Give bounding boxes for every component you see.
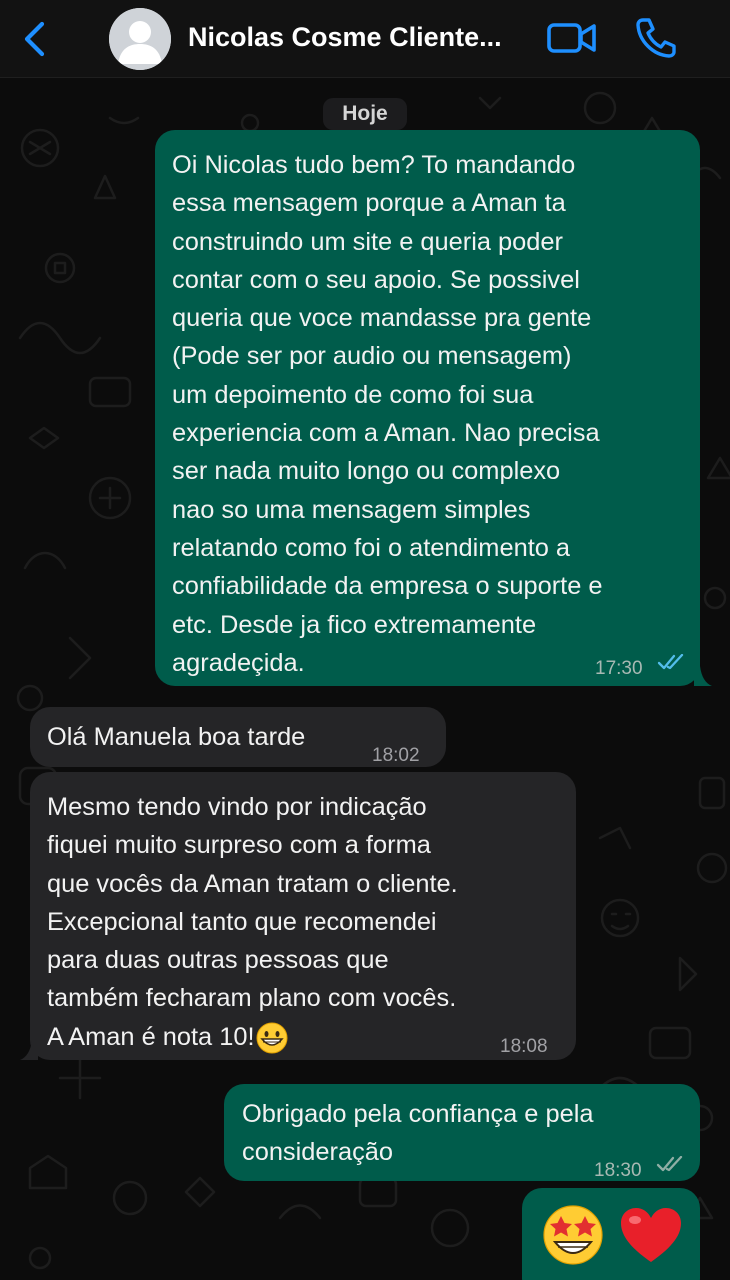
message-text: Oi Nicolas tudo bem? To mandando essa me… [172,151,603,677]
message-time: 17:30 [595,658,643,679]
chevron-left-icon [24,21,45,57]
message-time: 18:02 [372,745,420,766]
contact-name[interactable]: Nicolas Cosme Cliente... [188,22,518,53]
chat-header: Nicolas Cosme Cliente... [0,0,730,78]
phone-icon [636,18,676,58]
default-avatar-icon [109,8,171,70]
outgoing-message[interactable]: Oi Nicolas tudo bem? To mandando essa me… [155,130,700,686]
bubble-tail [20,1040,38,1060]
voice-call-button[interactable] [634,16,678,58]
message-list[interactable]: Hoje Oi Nicolas tudo bem? To mandando es… [0,78,730,1280]
date-separator: Hoje [323,98,407,130]
delivered-receipt-icon [656,1156,683,1172]
video-call-button[interactable] [546,20,598,56]
grinning-face-icon [256,1022,288,1054]
bubble-tail [694,666,712,686]
outgoing-emoji-message[interactable] [522,1188,700,1280]
message-time: 18:08 [500,1036,548,1057]
message-text: Mesmo tendo vindo por indicação fiquei m… [47,788,560,1056]
star-struck-face-icon [543,1205,603,1265]
message-time: 18:30 [594,1160,642,1181]
chat-screen: Nicolas Cosme Cliente... Hoje Oi Nicolas… [0,0,730,1280]
incoming-message[interactable]: Mesmo tendo vindo por indicação fiquei m… [30,772,576,1060]
back-button[interactable] [18,20,52,58]
outgoing-message[interactable]: Obrigado pela confiança e pela considera… [224,1084,700,1181]
video-camera-icon [547,23,596,53]
incoming-message[interactable]: Olá Manuela boa tarde 18:02 [30,707,446,767]
read-receipt-icon [657,654,684,670]
avatar[interactable] [109,8,171,70]
red-heart-icon [621,1208,681,1262]
